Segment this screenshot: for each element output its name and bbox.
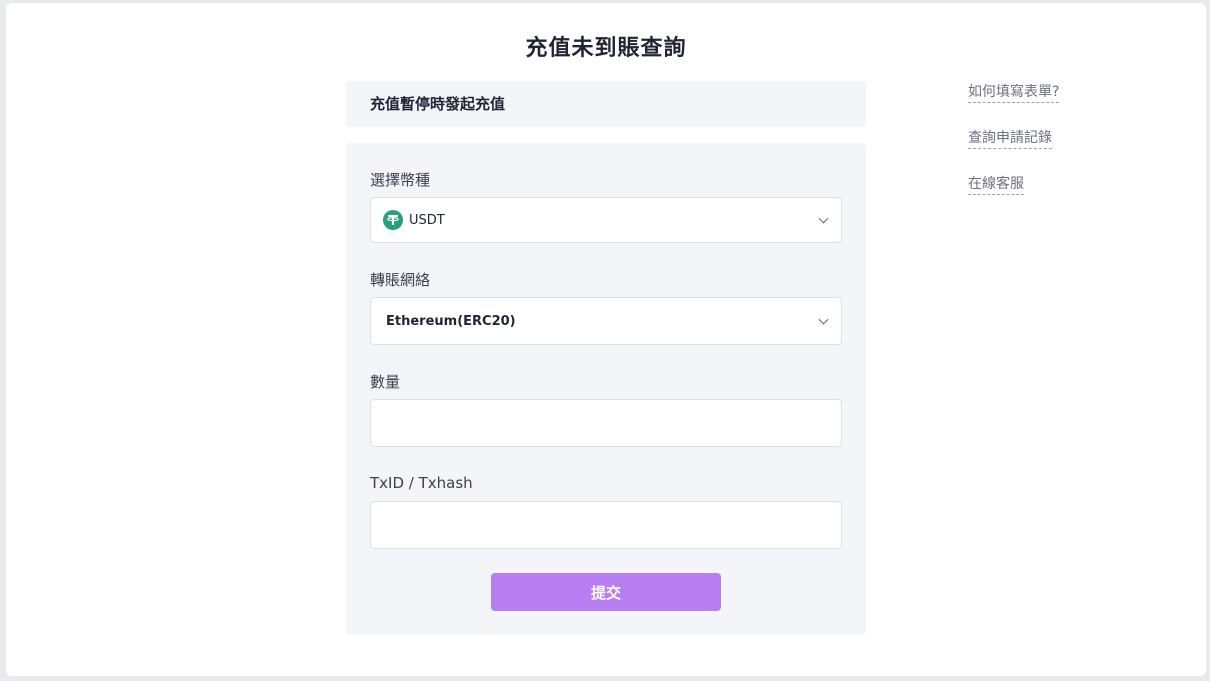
network-select-value: Ethereum(ERC20) [386,313,516,329]
chevron-down-icon [818,314,829,325]
network-select[interactable]: Ethereum(ERC20) [370,297,842,345]
txid-input[interactable] [371,502,841,548]
chevron-down-icon [818,213,829,224]
txid-field [370,501,842,549]
amount-label: 數量 [370,373,401,391]
tether-icon [383,210,403,230]
notice-banner: 充值暫停時發起充值 [346,81,866,127]
side-link-application-records[interactable]: 查詢申請記錄 [968,129,1052,149]
side-link-online-support[interactable]: 在線客服 [968,175,1024,195]
coin-select-value: USDT [409,212,445,228]
submit-button[interactable]: 提交 [491,573,721,611]
side-link-how-to-fill[interactable]: 如何填寫表單? [968,83,1060,103]
side-links: 如何填寫表單? 查詢申請記錄 在線客服 [968,81,1060,219]
coin-select[interactable]: USDT [370,197,842,243]
amount-field [370,399,842,447]
page-container: 充值未到賬查詢 充值暫停時發起充值 選擇幣種 USDT 轉賬網絡 Ethereu… [6,3,1206,676]
deposit-query-form: 選擇幣種 USDT 轉賬網絡 Ethereum(ERC20) 數量 TxID /… [346,143,866,635]
coin-label: 選擇幣種 [370,171,431,189]
txid-label: TxID / Txhash [370,474,473,492]
amount-input[interactable] [371,400,841,446]
page-title: 充值未到賬查詢 [525,36,687,61]
network-label: 轉賬網絡 [370,271,431,289]
